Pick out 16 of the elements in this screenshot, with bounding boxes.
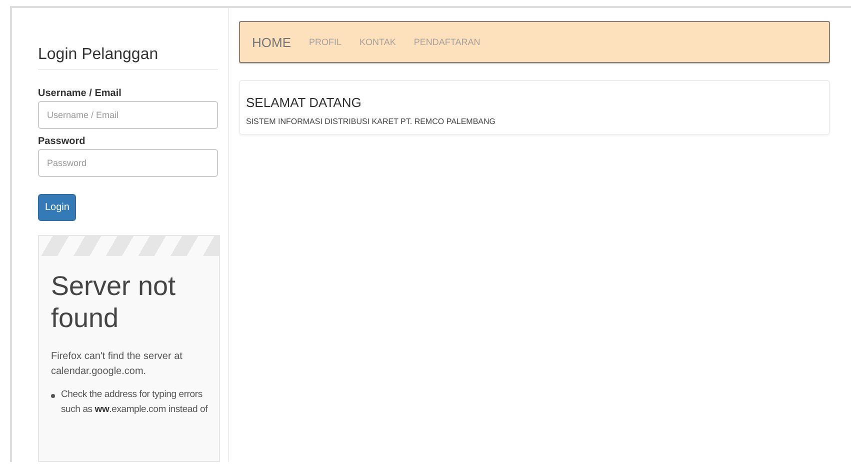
error-title: Server not found: [51, 270, 177, 335]
input-field[interactable]: Password: [38, 149, 218, 177]
bullet-icon: [51, 394, 55, 398]
welcome-subtitle: SISTEM INFORMASI DISTRIBUSI KARET PT. REMCO PALEMBANG: [246, 117, 497, 126]
field-label: Username / Email: [38, 88, 122, 99]
nav-link[interactable]: KONTAK: [360, 37, 396, 47]
nav-link[interactable]: PROFIL: [309, 37, 342, 47]
error-tip: Check the address for typing errors such as ww.example.com instead of: [61, 388, 209, 416]
nav-link[interactable]: PENDAFTARAN: [414, 37, 480, 47]
nav-link[interactable]: HOME: [252, 34, 291, 50]
login-title: Login Pelanggan: [38, 46, 218, 70]
welcome-title: SELAMAT DATANG: [246, 95, 362, 110]
field-label: Password: [38, 136, 86, 147]
login-button[interactable]: Login: [38, 194, 76, 221]
input-field[interactable]: Username / Email: [38, 101, 218, 129]
error-message: Firefox can't find the server at calendar.google.com.: [51, 350, 184, 380]
